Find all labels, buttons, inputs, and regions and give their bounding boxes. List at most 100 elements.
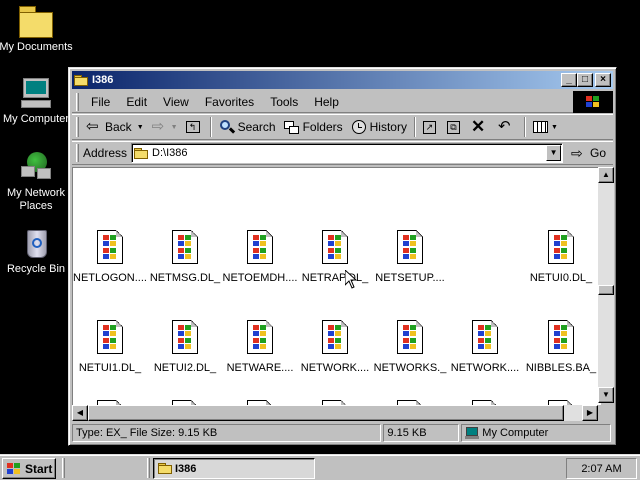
scroll-left-button[interactable]: ◀ [72,405,88,421]
file-item[interactable]: NETUI2.DL_ [147,320,223,374]
desktop-icon-my-network-places[interactable]: My Network Places [0,152,74,213]
window-title: I386 [92,74,114,86]
copy-to-icon: ⧉ [446,120,460,134]
file-item[interactable]: NETWORKS._ [372,320,448,374]
file-name: NETWORK.... [300,362,370,374]
status-zone: My Computer [461,424,611,442]
history-icon [351,119,367,135]
history-button[interactable]: History [347,116,411,138]
move-to-button[interactable]: ↗ [419,116,443,138]
menu-tools[interactable]: Tools [262,95,306,109]
address-dropdown-button[interactable]: ▼ [546,145,562,161]
desktop-icon-recycle-bin[interactable]: Recycle Bin [0,228,74,276]
taskbar: Start I386 2:07 AM [0,454,640,480]
scroll-down-button[interactable]: ▼ [598,387,614,403]
file-item[interactable]: NETWORK.... [297,320,373,374]
file-name: NETLOGON.... [73,272,147,284]
undo-button[interactable]: ↶ [494,116,521,138]
file-name: NETOEMDH.... [222,272,298,284]
forward-arrow-icon: ⇨ [151,118,165,135]
file-name: NETMSG.DL_ [149,272,221,284]
vertical-scroll-thumb[interactable] [598,285,614,295]
file-item[interactable]: NETWORK.... [447,320,523,374]
title-bar[interactable]: I386 _ □ × [72,71,613,89]
file-name: NETWORK.... [450,362,520,374]
close-button[interactable]: × [595,73,611,87]
menu-edit[interactable]: Edit [118,95,155,109]
task-button-i386[interactable]: I386 [153,458,315,479]
horizontal-scrollbar[interactable]: ◀ ▶ [72,405,598,421]
start-button[interactable]: Start [2,458,56,479]
scroll-up-button[interactable]: ▲ [598,167,614,183]
file-icon [97,320,123,354]
chevron-down-icon[interactable]: ▼ [171,124,178,131]
file-icon [472,320,498,354]
chevron-down-icon[interactable]: ▼ [551,124,558,131]
file-item[interactable]: NETUI1.DL_ [73,320,148,374]
search-icon [219,119,235,135]
recycle-bin-icon [19,228,53,260]
menu-favorites[interactable]: Favorites [197,95,262,109]
minimize-button[interactable]: _ [561,73,577,87]
file-item[interactable]: NETOEMDH.... [222,230,298,284]
back-button[interactable]: ⇦ Back ▼ [82,116,148,138]
go-button[interactable]: ⇨ Go [571,145,606,161]
file-item[interactable]: NETUI0.DL_ [523,230,599,284]
vertical-scrollbar[interactable]: ▲ ▼ [598,167,614,403]
file-icon [397,230,423,264]
menu-grip[interactable] [76,92,79,111]
up-button[interactable]: ↰ [182,116,207,138]
menu-file[interactable]: File [83,95,118,109]
address-label: Address [83,146,128,160]
status-zone-label: My Computer [482,427,549,439]
delete-button[interactable]: ✕ [467,116,494,138]
delete-icon: ✕ [470,117,486,136]
clock[interactable]: 2:07 AM [581,463,621,475]
forward-button[interactable]: ⇨ ▼ [148,116,182,138]
file-item[interactable]: NETSETUP.... [372,230,448,284]
scroll-right-button[interactable]: ▶ [582,405,598,421]
computer-icon [465,427,480,439]
desktop-icon-my-computer[interactable]: My Computer [0,78,74,126]
start-label: Start [25,461,53,476]
desktop-icon-label: Recycle Bin [6,263,66,275]
file-name: NETRAP.DL_ [301,272,369,284]
desktop-icon-label: My Documents [0,41,73,53]
file-name: NETUI1.DL_ [78,362,142,374]
system-tray: 2:07 AM [566,458,637,479]
desktop-icon-my-documents[interactable]: My Documents [0,6,74,54]
file-item[interactable]: NETWARE.... [222,320,298,374]
menu-help[interactable]: Help [306,95,347,109]
horizontal-scroll-thumb[interactable] [88,405,564,421]
file-item[interactable]: NETLOGON.... [73,230,148,284]
file-item[interactable]: NETRAP.DL_ [297,230,373,284]
menu-view[interactable]: View [155,95,197,109]
file-item[interactable]: NETMSG.DL_ [147,230,223,284]
toolbar-separator [209,117,212,137]
folders-button[interactable]: Folders [280,116,347,138]
status-size: 9.15 KB [383,424,460,442]
folders-icon [283,119,300,135]
folders-label: Folders [302,120,343,134]
windows-logo-icon [6,462,22,475]
task-label: I386 [175,462,197,475]
views-button[interactable]: ▼ [529,116,562,138]
status-info: Type: EX_ File Size: 9.15 KB [72,424,382,442]
explorer-window: I386 _ □ × File Edit View Favorites Tool… [68,67,617,446]
file-view[interactable]: NETLOGON.... NETMSG.DL_ NETOEMDH.... NETRAP… [72,167,601,419]
address-grip[interactable] [76,144,79,162]
taskbar-grip[interactable] [62,458,65,478]
search-button[interactable]: Search [215,116,280,138]
address-input[interactable]: D:\I386 ▼ [131,143,564,163]
network-icon [19,152,53,184]
taskbar-grip[interactable] [147,458,150,478]
folder-icon [19,6,53,39]
go-label: Go [590,146,607,160]
maximize-button[interactable]: □ [577,73,593,87]
file-name: NETWARE.... [226,362,294,374]
scrollbar-corner [598,405,614,421]
copy-to-button[interactable]: ⧉ [443,116,467,138]
chevron-down-icon[interactable]: ▼ [137,124,144,131]
file-item[interactable]: NIBBLES.BA_ [523,320,599,374]
toolbar-grip[interactable] [76,117,79,137]
